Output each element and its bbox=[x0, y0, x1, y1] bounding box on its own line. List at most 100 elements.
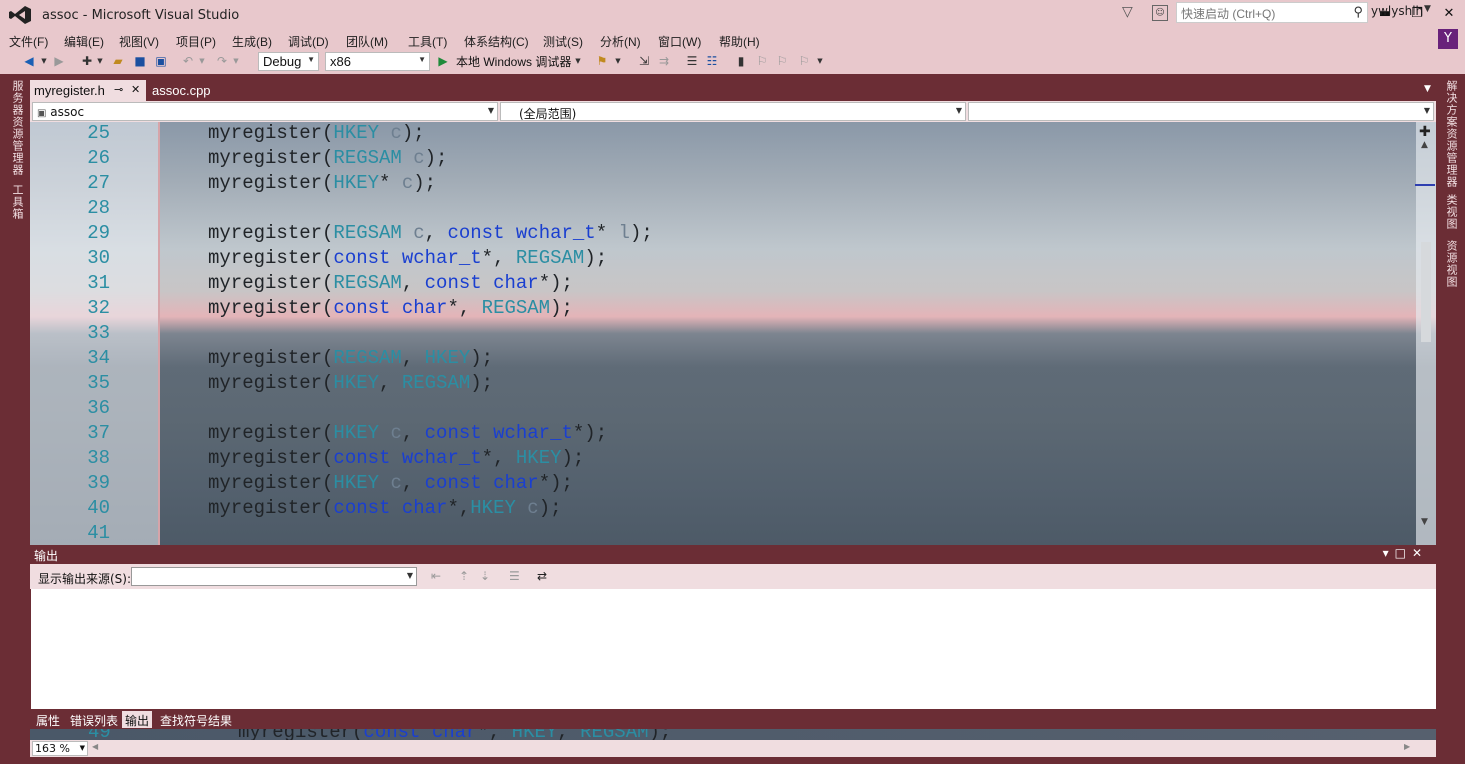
menu-help[interactable]: 帮助(H) bbox=[719, 33, 760, 50]
toolbar-overflow-icon[interactable]: ▼ bbox=[816, 53, 824, 70]
project-dropdown[interactable]: ▣ assoc ▼ bbox=[32, 102, 498, 121]
clear-bookmarks-icon[interactable]: ⚐ bbox=[796, 53, 812, 70]
code-editor[interactable]: 25 26 27 28 29 30 31 32 33 34 35 36 37 3… bbox=[30, 122, 1436, 545]
code-line[interactable]: myregister(const char*, REGSAM); bbox=[208, 297, 573, 319]
redo-dropdown-icon[interactable]: ▼ bbox=[232, 53, 240, 70]
previous-bookmark-icon[interactable]: ⚐ bbox=[754, 53, 770, 70]
scope-dropdown[interactable]: (全局范围) ▼ bbox=[500, 102, 966, 121]
editor-lower-peek[interactable]: 49 myregister(const char*, HKEY, REGSAM)… bbox=[30, 729, 1436, 740]
find-message-in-code-icon[interactable]: ⇤ bbox=[431, 569, 441, 583]
zoom-level-select[interactable]: 163 % ▼ bbox=[32, 741, 88, 756]
start-debugging-button[interactable]: 本地 Windows 调试器 bbox=[456, 53, 571, 70]
start-debugging-icon[interactable]: ▶ bbox=[436, 53, 450, 70]
tab-output[interactable]: 输出 bbox=[122, 711, 153, 728]
open-file-icon[interactable]: ▰ bbox=[110, 53, 126, 70]
code-line[interactable]: myregister(HKEY c, const char*); bbox=[208, 472, 573, 494]
code-line[interactable]: myregister(REGSAM, const char*); bbox=[208, 272, 573, 294]
save-icon[interactable]: ■ bbox=[132, 53, 148, 70]
menu-test[interactable]: 测试(S) bbox=[543, 33, 583, 50]
member-dropdown[interactable]: ▼ bbox=[968, 102, 1434, 121]
scrollbar-thumb[interactable] bbox=[1421, 242, 1431, 342]
output-window-controls[interactable]: ▾□✕ bbox=[1383, 546, 1428, 560]
resource-view-tab[interactable]: 资源视图 bbox=[1443, 240, 1459, 288]
menu-build[interactable]: 生成(B) bbox=[232, 33, 272, 50]
search-icon[interactable]: ⚲ bbox=[1353, 4, 1363, 20]
toolbox-tab[interactable]: 工具箱 bbox=[9, 184, 25, 220]
clear-all-icon[interactable]: ☰ bbox=[509, 569, 520, 583]
code-line[interactable]: myregister(HKEY, REGSAM); bbox=[208, 372, 493, 394]
menu-project[interactable]: 项目(P) bbox=[176, 33, 216, 50]
code-line[interactable]: myregister(HKEY c, const wchar_t*); bbox=[208, 422, 607, 444]
browser-link-dropdown-icon[interactable]: ▼ bbox=[614, 53, 622, 70]
scroll-right-icon[interactable]: ▶ bbox=[1404, 742, 1410, 751]
code-line[interactable]: myregister(HKEY* c); bbox=[208, 172, 436, 194]
solution-platform-select[interactable]: x86 ▼ bbox=[325, 52, 430, 71]
code-line[interactable]: myregister(const char*, HKEY, REGSAM); bbox=[238, 729, 671, 740]
scroll-up-icon[interactable]: ▲ bbox=[1421, 140, 1428, 150]
new-dropdown-icon[interactable]: ▼ bbox=[96, 53, 104, 70]
uncomment-icon[interactable]: ☷ bbox=[704, 53, 720, 70]
tab-myregister-h[interactable]: myregister.h ⊸ ✕ bbox=[30, 80, 146, 101]
previous-message-icon[interactable]: ⇡ bbox=[459, 569, 469, 583]
feedback-icon[interactable]: ☺ bbox=[1152, 5, 1168, 21]
user-name[interactable]: ywlyshlh bbox=[1371, 4, 1423, 18]
code-line[interactable]: myregister(HKEY c); bbox=[208, 122, 425, 144]
menu-window[interactable]: 窗口(W) bbox=[658, 33, 701, 50]
navigate-forward-icon[interactable]: ▶ bbox=[52, 53, 66, 70]
split-window-icon[interactable]: ✚ bbox=[1419, 124, 1431, 140]
menu-architecture[interactable]: 体系结构(C) bbox=[464, 33, 529, 50]
class-view-tab[interactable]: 类视图 bbox=[1443, 194, 1459, 230]
comment-out-icon[interactable]: ☰ bbox=[684, 53, 700, 70]
code-line[interactable]: myregister(const char*,HKEY c); bbox=[208, 497, 562, 519]
menu-team[interactable]: 团队(M) bbox=[346, 33, 388, 50]
notification-filter-icon[interactable]: ▽ bbox=[1122, 4, 1138, 22]
menu-debug[interactable]: 调试(D) bbox=[288, 33, 329, 50]
undo-dropdown-icon[interactable]: ▼ bbox=[198, 53, 206, 70]
save-all-icon[interactable]: ▣ bbox=[152, 53, 170, 70]
scroll-down-icon[interactable]: ▼ bbox=[1421, 517, 1428, 527]
menu-edit[interactable]: 编辑(E) bbox=[64, 33, 104, 50]
debug-target-dropdown-icon[interactable]: ▼ bbox=[574, 53, 582, 70]
tab-error-list[interactable]: 错误列表 bbox=[67, 711, 121, 728]
menu-view[interactable]: 视图(V) bbox=[119, 33, 159, 50]
code-line[interactable]: myregister(const wchar_t*, REGSAM); bbox=[208, 247, 607, 269]
undo-icon[interactable]: ↶ bbox=[180, 53, 196, 70]
output-source-select[interactable]: ▼ bbox=[131, 567, 417, 586]
user-menu-chevron-icon[interactable]: ▼ bbox=[1424, 4, 1431, 14]
server-explorer-tab[interactable]: 服务器资源管理器 bbox=[9, 80, 25, 176]
tab-find-symbol-results[interactable]: 查找符号结果 bbox=[157, 711, 235, 728]
tab-overflow-chevron-icon[interactable]: ▼ bbox=[1424, 84, 1431, 94]
maximize-icon[interactable]: □ bbox=[1395, 546, 1412, 560]
redo-icon[interactable]: ↷ bbox=[214, 53, 230, 70]
code-line[interactable]: myregister(REGSAM c, const wchar_t* l); bbox=[208, 222, 653, 244]
scroll-left-icon[interactable]: ◀ bbox=[92, 742, 98, 751]
close-window-button[interactable]: ✕ bbox=[1438, 4, 1460, 24]
code-line[interactable]: myregister(const wchar_t*, HKEY); bbox=[208, 447, 584, 469]
browser-link-icon[interactable]: ⚑ bbox=[594, 53, 610, 70]
toggle-word-wrap-icon[interactable]: ⇄ bbox=[537, 569, 547, 583]
navigate-back-icon[interactable]: ◀ bbox=[22, 53, 36, 70]
new-project-icon[interactable]: ✚ bbox=[80, 53, 94, 70]
menu-file[interactable]: 文件(F) bbox=[9, 33, 48, 50]
tab-properties[interactable]: 属性 bbox=[33, 711, 63, 728]
step-over-icon[interactable]: ⇉ bbox=[656, 53, 672, 70]
code-line[interactable]: myregister(REGSAM, HKEY); bbox=[208, 347, 493, 369]
avatar[interactable]: Y bbox=[1438, 29, 1458, 49]
pin-icon[interactable]: ⊸ bbox=[114, 83, 123, 96]
code-line[interactable]: myregister(REGSAM c); bbox=[208, 147, 447, 169]
bookmark-icon[interactable]: ▮ bbox=[734, 53, 748, 70]
step-into-icon[interactable]: ⇲ bbox=[636, 53, 652, 70]
chevron-down-icon[interactable]: ▾ bbox=[1383, 546, 1395, 560]
menu-tools[interactable]: 工具(T) bbox=[408, 33, 447, 50]
quick-launch-input[interactable]: 快速启动 (Ctrl+Q) ⚲ bbox=[1176, 2, 1368, 23]
solution-explorer-tab[interactable]: 解决方案资源管理器 bbox=[1443, 80, 1459, 188]
close-icon[interactable]: ✕ bbox=[1412, 546, 1428, 560]
solution-configuration-select[interactable]: Debug ▼ bbox=[258, 52, 319, 71]
tab-assoc-cpp[interactable]: assoc.cpp bbox=[146, 80, 250, 101]
output-text-area[interactable] bbox=[31, 589, 1436, 709]
next-message-icon[interactable]: ⇣ bbox=[480, 569, 490, 583]
back-dropdown-icon[interactable]: ▼ bbox=[40, 53, 48, 70]
close-tab-icon[interactable]: ✕ bbox=[131, 83, 140, 96]
menu-analyze[interactable]: 分析(N) bbox=[600, 33, 641, 50]
next-bookmark-icon[interactable]: ⚐ bbox=[774, 53, 790, 70]
